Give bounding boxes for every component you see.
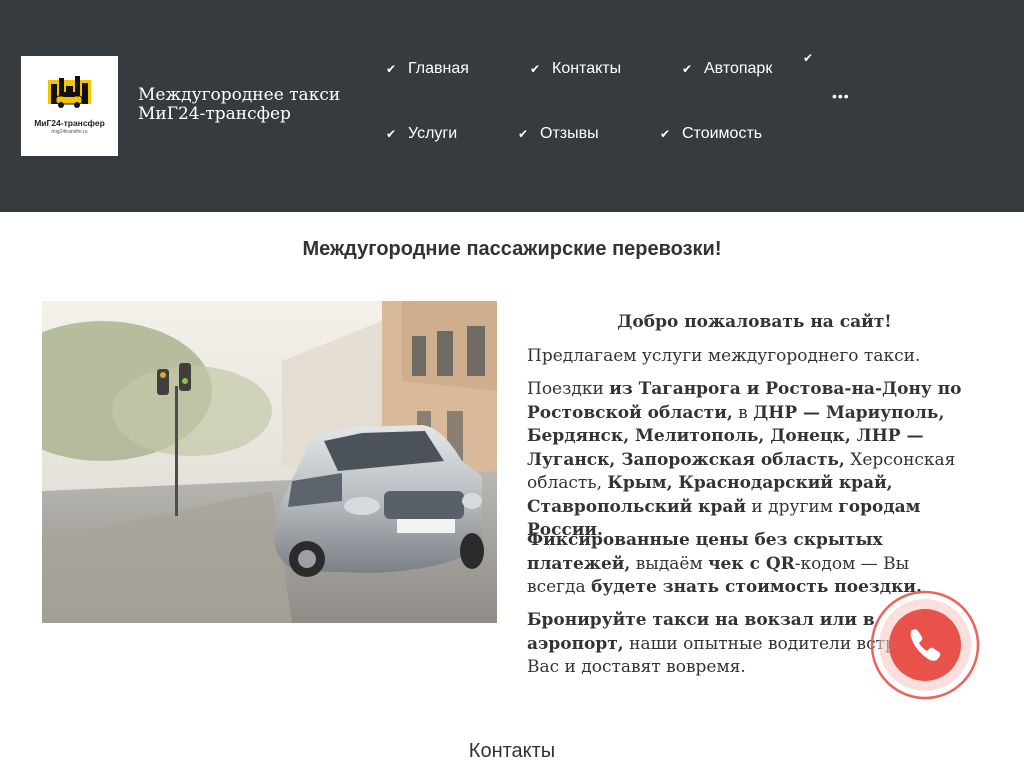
nav-item-prices[interactable]: ✔ Стоимость bbox=[660, 125, 762, 143]
nav-item-reviews[interactable]: ✔ Отзывы bbox=[518, 125, 599, 143]
nav-item-fleet[interactable]: ✔ Автопарк bbox=[682, 60, 772, 78]
nav-item-home[interactable]: ✔ Главная bbox=[386, 60, 469, 78]
check-icon: ✔ bbox=[803, 51, 814, 65]
nav-label: Главная bbox=[408, 60, 469, 77]
trips-paragraph: Поездки из Таганрога и Ростова-на-Дону п… bbox=[527, 379, 962, 540]
check-icon: ✔ bbox=[386, 127, 397, 141]
check-icon: ✔ bbox=[386, 62, 397, 76]
nav-label: Услуги bbox=[408, 125, 458, 142]
phone-icon bbox=[870, 590, 980, 700]
check-icon: ✔ bbox=[660, 127, 671, 141]
hero-photo bbox=[42, 301, 497, 623]
site-title-line1: Междугороднее такси bbox=[138, 85, 341, 105]
car-street-illustration bbox=[42, 301, 497, 623]
check-icon: ✔ bbox=[518, 127, 529, 141]
nav-item-contacts[interactable]: ✔ Контакты bbox=[530, 60, 621, 78]
intro-paragraph: Предлагаем услуги междугороднего такси. bbox=[527, 346, 921, 366]
nav-label: Стоимость bbox=[682, 125, 763, 142]
call-button[interactable] bbox=[870, 590, 980, 700]
logo-text: МиГ24-трансфер bbox=[34, 118, 105, 128]
logo[interactable]: МиГ24-трансфер mig24transfer.ru bbox=[21, 56, 118, 156]
nav-item-services[interactable]: ✔ Услуги bbox=[386, 125, 457, 143]
nav-label: Автопарк bbox=[704, 60, 773, 77]
check-icon: ✔ bbox=[682, 62, 693, 76]
nav-label: Контакты bbox=[552, 60, 622, 77]
prices-paragraph: Фиксированные цены без скрытых платежей,… bbox=[527, 530, 922, 597]
check-icon: ✔ bbox=[530, 62, 541, 76]
more-menu-icon[interactable]: ••• bbox=[832, 88, 850, 104]
city-skyline-icon bbox=[48, 76, 91, 108]
nav-label: Отзывы bbox=[540, 125, 599, 142]
site-title-line2: МиГ24-трансфер bbox=[138, 104, 291, 124]
site-header: МиГ24-трансфер mig24transfer.ru Междугор… bbox=[0, 0, 1024, 212]
site-title[interactable]: Междугороднее такси МиГ24-трансфер bbox=[138, 86, 340, 124]
page-heading: Междугородние пассажирские перевозки! bbox=[302, 238, 722, 260]
contacts-heading: Контакты bbox=[468, 740, 556, 762]
welcome-heading: Добро пожаловать на сайт! bbox=[617, 312, 892, 332]
logo-subtext: mig24transfer.ru bbox=[51, 129, 88, 135]
